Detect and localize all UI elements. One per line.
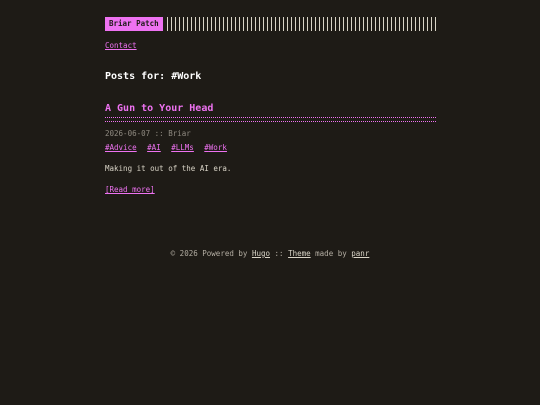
site-footer: © 2026 Powered by Hugo :: Theme made by … — [0, 249, 540, 258]
footer-hugo-link[interactable]: Hugo — [252, 249, 270, 258]
footer-theme-link[interactable]: Theme — [288, 249, 311, 258]
footer-made-by: made by — [315, 249, 347, 258]
post-title-underline — [105, 117, 436, 122]
logo-decoration — [166, 17, 436, 31]
tag-link-llms[interactable]: #LLMs — [171, 143, 194, 152]
footer-copyright: © 2026 Powered by — [170, 249, 248, 258]
post-title-link[interactable]: A Gun to Your Head — [105, 103, 436, 114]
tag-link-ai[interactable]: #AI — [147, 143, 161, 152]
post-card: A Gun to Your Head 2026-06-07 :: Briar #… — [105, 103, 436, 194]
post-meta: 2026-06-07 :: Briar — [105, 129, 436, 138]
tag-link-advice[interactable]: #Advice — [105, 143, 137, 152]
site-logo[interactable]: Briar Patch — [105, 17, 163, 31]
post-meta-separator: :: — [154, 129, 164, 138]
page-title: Posts for: #Work — [105, 71, 202, 82]
post-date: 2026-06-07 — [105, 129, 151, 138]
footer-separator: :: — [274, 249, 284, 258]
post-author: Briar — [168, 129, 191, 138]
site-header: Briar Patch — [105, 16, 436, 32]
main-container: Briar Patch Contact Posts for: #Work A G… — [105, 16, 436, 194]
page: Briar Patch Contact Posts for: #Work A G… — [0, 0, 540, 405]
site-nav: Contact — [105, 41, 436, 50]
tag-link-work[interactable]: #Work — [204, 143, 227, 152]
footer-author-link[interactable]: panr — [351, 249, 369, 258]
post-excerpt: Making it out of the AI era. — [105, 164, 232, 173]
nav-link-contact[interactable]: Contact — [105, 41, 137, 50]
post-tags: #Advice #AI #LLMs #Work — [105, 143, 436, 152]
read-more-link[interactable]: [Read more] — [105, 185, 155, 194]
